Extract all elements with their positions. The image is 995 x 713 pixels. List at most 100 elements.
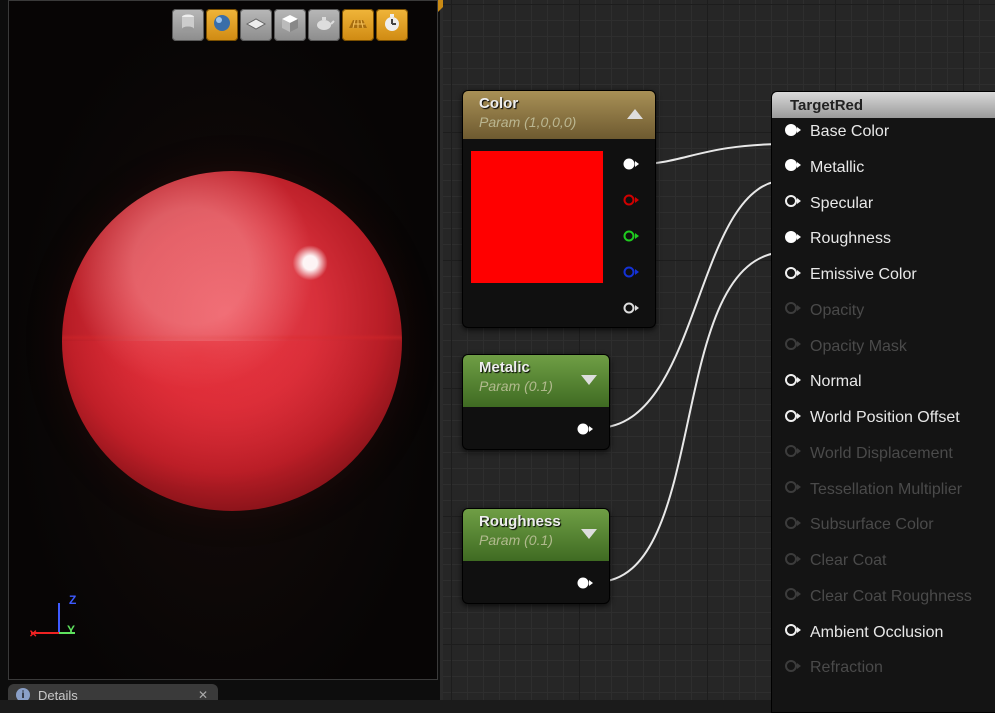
input-label: Clear Coat Roughness <box>810 587 972 605</box>
pin-icon[interactable] <box>784 337 802 356</box>
metallic-node-header[interactable]: Metalic Param (0.1) <box>463 355 609 407</box>
input-label: Opacity <box>810 301 865 319</box>
input-pin-world-displacement[interactable]: World Displacement <box>784 444 953 464</box>
result-node-title: TargetRed <box>790 96 864 114</box>
pin-icon[interactable] <box>784 623 802 642</box>
input-pin-tessellation-multiplier[interactable]: Tessellation Multiplier <box>784 480 962 500</box>
green-output-pin[interactable] <box>623 229 639 243</box>
input-pin-emissive-color[interactable]: Emissive Color <box>784 265 917 285</box>
pin-icon[interactable] <box>784 194 802 213</box>
red-output-pin[interactable] <box>623 193 639 207</box>
cube-icon <box>279 12 301 39</box>
info-icon: i <box>16 688 30 700</box>
expand-arrow-icon[interactable] <box>581 529 597 539</box>
pin-icon[interactable] <box>784 659 802 678</box>
metallic-node-title: Metalic <box>479 359 530 376</box>
pin-icon[interactable] <box>784 444 802 463</box>
input-pin-base-color[interactable]: Base Color <box>784 122 889 142</box>
material-preview-viewport[interactable]: ✕ Z Y i Details ✕ <box>0 0 443 700</box>
input-label: Clear Coat <box>810 552 887 569</box>
svg-text:✕: ✕ <box>29 629 37 640</box>
result-node-header[interactable]: TargetRed <box>772 92 995 118</box>
axis-z-label: Z <box>69 593 77 607</box>
pin-icon[interactable] <box>784 230 802 249</box>
sphere-preview-button[interactable] <box>206 9 238 41</box>
pin-icon[interactable] <box>784 123 802 142</box>
collapse-arrow-icon[interactable] <box>627 109 643 119</box>
pin-icon[interactable] <box>784 301 802 320</box>
input-label: Base Color <box>810 123 890 140</box>
realtime-preview-button[interactable] <box>376 9 408 41</box>
input-pin-normal[interactable]: Normal <box>784 372 862 392</box>
pin-icon[interactable] <box>784 516 802 535</box>
plane-preview-button[interactable] <box>240 9 272 41</box>
input-pin-clear-coat-roughness[interactable]: Clear Coat Roughness <box>784 587 972 607</box>
input-pin-clear-coat[interactable]: Clear Coat <box>784 551 886 571</box>
material-graph[interactable]: Color Param (1,0,0,0) Metalic Param (0.1… <box>443 0 995 713</box>
alpha-output-pin[interactable] <box>623 301 639 315</box>
pin-icon[interactable] <box>784 266 802 285</box>
preview-sphere <box>62 171 402 511</box>
input-pin-world-position-offset[interactable]: World Position Offset <box>784 408 960 428</box>
grid-preview-button[interactable] <box>342 9 374 41</box>
input-label: Opacity Mask <box>810 337 907 355</box>
input-pin-ambient-occlusion[interactable]: Ambient Occlusion <box>784 623 943 643</box>
input-label: Roughness <box>810 230 891 248</box>
input-label: Specular <box>810 194 874 212</box>
cube-preview-button[interactable] <box>274 9 306 41</box>
roughness-node-title: Roughness <box>479 513 561 530</box>
input-pin-subsurface-color[interactable]: Subsurface Color <box>784 515 934 535</box>
pin-icon[interactable] <box>784 587 802 606</box>
color-swatch <box>471 151 603 283</box>
metallic-output-pin[interactable] <box>577 422 593 436</box>
input-label: Ambient Occlusion <box>810 623 944 641</box>
grid-icon <box>347 12 369 39</box>
pin-icon[interactable] <box>784 480 802 499</box>
preview-toolbar <box>172 9 408 41</box>
preview-scene[interactable]: ✕ Z Y <box>8 0 438 680</box>
cylinder-preview-button[interactable] <box>172 9 204 41</box>
color-node-title: Color <box>479 95 519 112</box>
color-node-header[interactable]: Color Param (1,0,0,0) <box>463 91 655 139</box>
input-pin-opacity-mask[interactable]: Opacity Mask <box>784 337 907 357</box>
input-label: World Displacement <box>810 444 953 462</box>
blue-output-pin[interactable] <box>623 265 639 279</box>
pin-icon[interactable] <box>784 373 802 392</box>
metallic-param-node[interactable]: Metalic Param (0.1) <box>462 354 610 450</box>
input-pin-opacity[interactable]: Opacity <box>784 301 864 321</box>
input-label: Subsurface Color <box>810 516 934 534</box>
realtime-icon <box>381 12 403 39</box>
pin-icon[interactable] <box>784 409 802 428</box>
material-result-node[interactable]: TargetRed Base Color Metallic Specular Roug… <box>771 91 995 713</box>
input-label: Emissive Color <box>810 266 917 283</box>
teapot-icon <box>313 12 335 39</box>
sphere-icon <box>211 12 233 39</box>
axis-lines: ✕ <box>29 603 75 640</box>
input-label: World Position Offset <box>810 409 960 426</box>
rgba-output-pin[interactable] <box>623 157 639 171</box>
axis-y-label: Y <box>67 623 76 637</box>
roughness-node-subtitle: Param (0.1) <box>479 532 553 548</box>
color-param-node[interactable]: Color Param (1,0,0,0) <box>462 90 656 328</box>
cylinder-icon <box>177 12 199 39</box>
input-pin-metallic[interactable]: Metallic <box>784 158 864 178</box>
roughness-param-node[interactable]: Roughness Param (0.1) <box>462 508 610 604</box>
close-tab-icon[interactable]: ✕ <box>198 688 208 700</box>
input-label: Tessellation Multiplier <box>810 480 963 498</box>
roughness-output-pin[interactable] <box>577 576 593 590</box>
input-pin-specular[interactable]: Specular <box>784 194 873 214</box>
metallic-node-subtitle: Param (0.1) <box>479 378 553 394</box>
input-pin-roughness[interactable]: Roughness <box>784 229 891 249</box>
input-label: Refraction <box>810 659 883 677</box>
roughness-node-header[interactable]: Roughness Param (0.1) <box>463 509 609 561</box>
expand-arrow-icon[interactable] <box>581 375 597 385</box>
details-tab[interactable]: i Details ✕ <box>8 684 218 700</box>
color-node-subtitle: Param (1,0,0,0) <box>479 114 577 130</box>
pin-icon[interactable] <box>784 158 802 177</box>
pin-icon[interactable] <box>784 552 802 571</box>
input-label: Normal <box>810 373 862 391</box>
teapot-preview-button[interactable] <box>308 9 340 41</box>
input-label: Metallic <box>810 158 865 176</box>
details-tab-label: Details <box>38 687 78 701</box>
input-pin-refraction[interactable]: Refraction <box>784 658 883 678</box>
